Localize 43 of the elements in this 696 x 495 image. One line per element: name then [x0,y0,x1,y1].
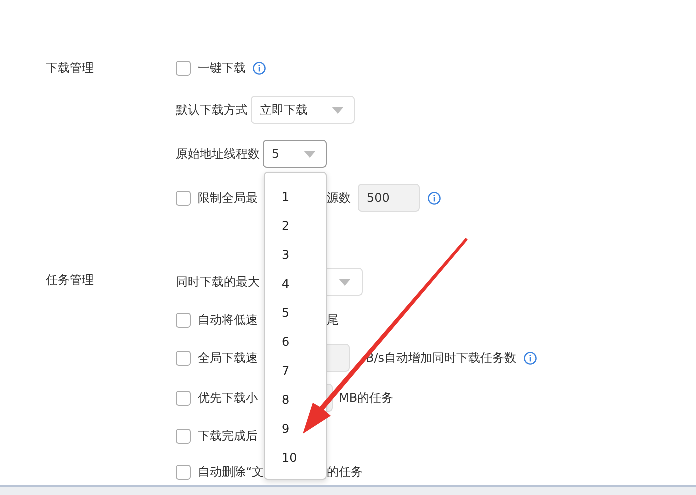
setting-label: 同时下载的最大 [176,274,260,290]
checkbox[interactable] [176,60,191,76]
setting-label: 优先下载小 [198,390,258,406]
section-title: 下载管理 [45,60,95,77]
dropdown-select[interactable]: 立即下载 [251,96,355,124]
section-title: 任务管理 [45,272,95,289]
checkbox[interactable] [176,312,191,328]
dropdown-option[interactable]: 7 [282,357,290,386]
setting-label: 下载完成后 [198,428,258,444]
setting-label: 自动删除“文 [198,464,264,480]
caret-icon [304,150,316,158]
checkbox[interactable] [176,390,191,406]
dropdown-option[interactable]: 5 [282,299,290,328]
setting-label: 一键下载 [198,60,246,76]
dropdown-option[interactable]: 4 [282,270,290,299]
info-icon[interactable] [524,352,537,364]
dropdown-option[interactable]: 10 [282,444,298,473]
caret-icon [332,106,344,114]
caret-icon [338,278,350,286]
dropdown-option[interactable]: 3 [282,241,290,270]
dropdown-option[interactable]: 1 [282,183,290,212]
checkbox[interactable] [176,428,191,444]
setting-label: 全局下载速 [198,350,258,366]
dropdown-option[interactable]: 2 [282,212,290,241]
dropdown-select[interactable]: 5 [263,140,327,168]
setting-label: 限制全局最 [198,190,258,206]
number-field[interactable] [327,344,350,372]
checkbox[interactable] [176,190,191,206]
dropdown-option[interactable]: 6 [282,328,290,357]
setting-label: 的任务 [327,464,363,480]
checkbox[interactable] [176,464,191,480]
info-icon[interactable] [428,192,441,204]
setting-label: 原始地址线程数 [176,146,260,162]
dropdown-option[interactable]: 9 [282,415,290,444]
setting-label: 默认下载方式 [176,102,248,118]
dropdown-option[interactable]: 8 [282,386,290,415]
setting-label: MB的任务 [339,390,394,406]
info-icon[interactable] [253,62,266,74]
setting-label: 源数 [327,190,351,206]
setting-label: 自动将低速 [198,312,258,328]
checkbox[interactable] [176,350,191,366]
number-field[interactable]: 500 [358,184,420,212]
setting-label: 尾 [327,312,339,328]
